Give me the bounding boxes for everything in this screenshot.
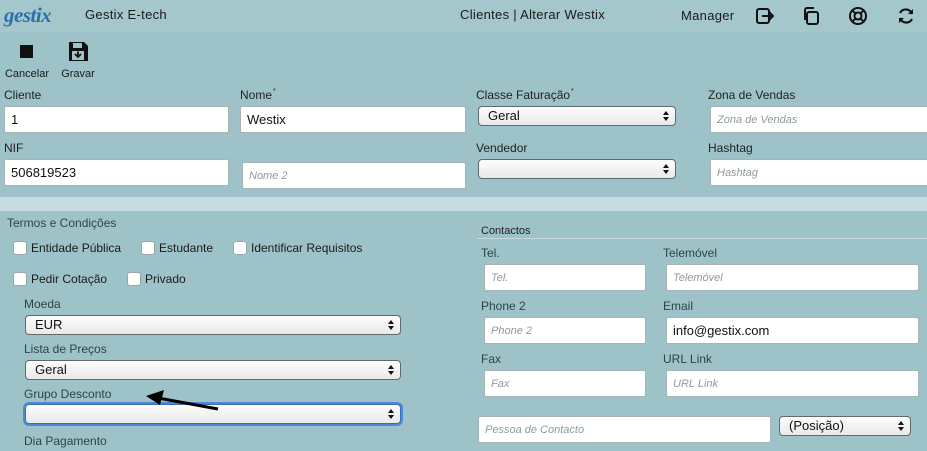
checkbox-box[interactable] [13, 241, 27, 255]
select-arrows-icon [388, 409, 394, 419]
select-arrows-icon [663, 164, 669, 174]
vendedor-select[interactable] [478, 159, 676, 179]
terms-title: Termos e Condições [7, 216, 117, 230]
pessoa-contacto-input[interactable] [478, 416, 771, 443]
classe-faturacao-value: Geral [488, 108, 520, 123]
zona-vendas-label: Zona de Vendas [708, 88, 796, 102]
moeda-value: EUR [35, 317, 63, 332]
vendedor-label: Vendedor [476, 141, 528, 155]
nome-label-text: Nome [240, 88, 273, 102]
lista-precos-value: Geral [35, 362, 67, 377]
select-arrows-icon [388, 365, 394, 375]
checkbox-box[interactable] [13, 272, 27, 286]
classe-faturacao-label: Classe Faturação* [476, 88, 574, 102]
save-disk-icon [69, 42, 88, 61]
stop-icon [20, 45, 33, 58]
phone2-label: Phone 2 [481, 299, 526, 313]
telemovel-label: Telemóvel [663, 246, 718, 260]
logout-icon[interactable] [755, 6, 775, 26]
checkbox-estudante[interactable]: Estudante [141, 240, 213, 258]
checkbox-box[interactable] [141, 241, 155, 255]
section-divider-band [0, 197, 927, 211]
checkbox-label: Entidade Pública [31, 241, 122, 255]
classe-faturacao-select[interactable]: Geral [478, 106, 676, 126]
checkbox-pedir-cotacao[interactable]: Pedir Cotação [13, 271, 107, 289]
cancel-label: Cancelar [4, 68, 50, 80]
fax-label: Fax [481, 352, 502, 366]
checkbox-label: Estudante [159, 241, 214, 255]
grupo-desconto-label: Grupo Desconto [24, 387, 112, 401]
user-name[interactable]: Manager [681, 8, 734, 23]
hashtag-label: Hashtag [708, 141, 753, 155]
checkbox-label: Pedir Cotação [31, 272, 108, 286]
cliente-input[interactable] [4, 106, 229, 133]
page-title: Clientes | Alterar Westix [460, 7, 606, 22]
required-mark: * [571, 88, 574, 95]
checkbox-identificar-requisitos[interactable]: Identificar Requisitos [233, 240, 362, 258]
telemovel-input[interactable] [666, 264, 919, 291]
checkbox-box[interactable] [127, 272, 141, 286]
moeda-label: Moeda [24, 297, 61, 311]
email-label: Email [663, 299, 694, 313]
classe-faturacao-label-text: Classe Faturação [476, 88, 571, 102]
hashtag-input[interactable] [710, 159, 927, 186]
checkbox-box[interactable] [233, 241, 247, 255]
url-label: URL Link [663, 352, 712, 366]
tel-input[interactable] [484, 264, 646, 291]
zona-vendas-input[interactable] [710, 106, 927, 133]
gestix-logo[interactable]: gestix [4, 3, 52, 28]
refresh-icon[interactable] [896, 6, 916, 26]
cancel-button[interactable]: Cancelar [2, 40, 52, 80]
nif-input[interactable] [4, 159, 229, 186]
annotation-arrow-icon [146, 390, 219, 411]
email-input[interactable] [666, 317, 919, 344]
posicao-select[interactable]: (Posição) [779, 416, 911, 436]
save-button[interactable]: Gravar [53, 40, 103, 80]
tel-label: Tel. [481, 246, 500, 260]
nome-input[interactable] [240, 106, 466, 133]
url-input[interactable] [666, 370, 919, 397]
nif-label: NIF [4, 141, 24, 155]
fax-input[interactable] [484, 370, 646, 397]
phone2-input[interactable] [484, 317, 646, 344]
help-lifebuoy-icon[interactable] [848, 6, 868, 26]
app-name: Gestix E-tech [85, 7, 167, 22]
posicao-value: (Posição) [789, 418, 844, 433]
select-arrows-icon [898, 421, 904, 431]
cliente-label: Cliente [4, 88, 42, 102]
checkbox-entidade-publica[interactable]: Entidade Pública [13, 240, 121, 258]
lista-precos-select[interactable]: Geral [25, 360, 401, 380]
save-label: Gravar [61, 68, 95, 80]
select-arrows-icon [388, 320, 394, 330]
checkbox-label: Privado [145, 272, 186, 286]
lista-precos-label: Lista de Preços [24, 342, 107, 356]
contacts-divider [477, 238, 927, 239]
checkbox-label: Identificar Requisitos [251, 241, 363, 255]
nome-label: Nome* [240, 88, 276, 102]
contacts-title: Contactos [481, 225, 531, 237]
select-arrows-icon [663, 111, 669, 121]
nome2-input[interactable] [242, 162, 466, 189]
required-mark: * [273, 88, 276, 95]
top-bar: gestix Gestix E-tech Clientes | Alterar … [0, 0, 927, 32]
checkbox-privado[interactable]: Privado [127, 271, 186, 289]
dia-pagamento-label: Dia Pagamento [24, 434, 107, 448]
copy-icon[interactable] [801, 6, 821, 26]
moeda-select[interactable]: EUR [25, 315, 401, 335]
